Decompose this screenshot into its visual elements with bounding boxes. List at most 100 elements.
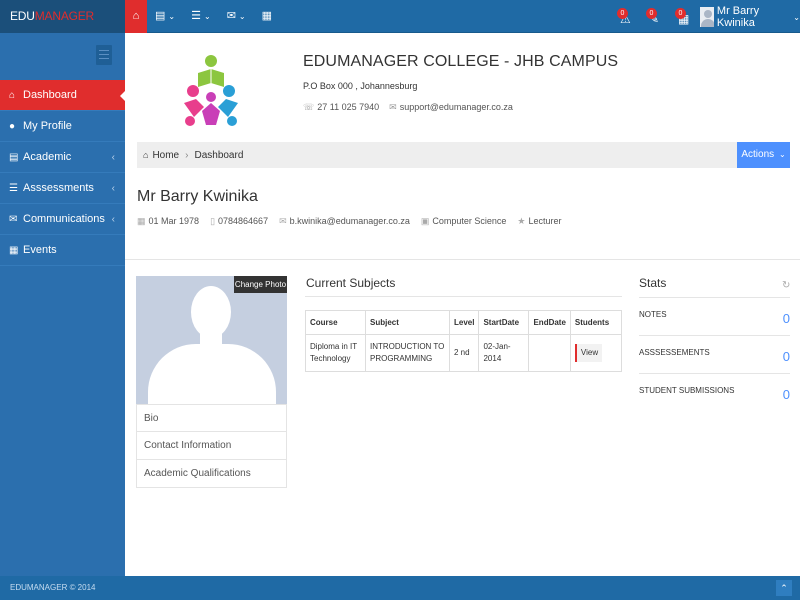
table-header-row: Course Subject Level StartDate EndDate S… [305, 310, 623, 335]
sidebar-item-label: Asssessments [23, 182, 94, 194]
chevron-left-icon: ‹ [111, 151, 115, 163]
college-email-wrap: ✉ support@edumanager.co.za [389, 102, 513, 113]
calendar-icon: ▦ [9, 244, 19, 256]
phone-icon: ☏ [303, 102, 315, 112]
course-line1: Diploma in IT [310, 342, 358, 351]
person-role-wrap: ★ Lecturer [517, 216, 561, 227]
academic-menu-button[interactable]: ▤ ⌄ [147, 0, 183, 33]
sidebar-item-academic[interactable]: ▤ Academic ‹ [0, 142, 125, 173]
alerts-notification[interactable]: ⚠ 0 [612, 0, 641, 33]
user-menu[interactable]: Mr Barry Kwinika ⌄ [700, 5, 800, 29]
brand-logo[interactable]: EDUMANAGER [0, 0, 125, 33]
person-dob: 01 Mar 1978 [148, 216, 200, 226]
person-phone: 0784864667 [218, 216, 269, 226]
scroll-to-top-button[interactable]: ⌃ [776, 580, 792, 596]
main-content: EDUMANAGER COLLEGE - JHB CAMPUS P.O Box … [125, 33, 800, 576]
person-email[interactable]: b.kwinika@edumanager.co.za [290, 216, 410, 226]
sidebar-menu: ⌂ Dashboard ● My Profile ▤ Academic ‹ ☰ … [0, 80, 126, 266]
stat-assessments[interactable]: ASSSESSEMENTS 0 [639, 335, 790, 373]
profile-link-bio[interactable]: Bio [136, 404, 287, 432]
cell-enddate [528, 334, 571, 372]
stats-title: Stats [639, 276, 667, 290]
envelope-icon: ✉ [9, 213, 18, 225]
calendar-icon: ▦ [137, 216, 146, 226]
star-icon: ★ [517, 216, 526, 226]
column-header: Level [448, 310, 480, 335]
cell-course: Diploma in IT Technology [305, 334, 366, 372]
brand-text-edu: EDU [10, 9, 35, 23]
person-phone-wrap: ▯ 0784864667 [210, 216, 268, 227]
envelope-icon: ✉ [389, 102, 397, 112]
actions-label: Actions [741, 149, 775, 160]
footer: EDUMANAGER © 2014 ⌃ [0, 576, 800, 600]
breadcrumb-home[interactable]: Home [152, 150, 179, 161]
home-icon: ⌂ [132, 10, 140, 22]
column-header: Subject [365, 310, 450, 335]
person-header: Mr Barry Kwinika [137, 188, 258, 206]
person-role: Lecturer [528, 216, 562, 226]
sidebar-item-dashboard[interactable]: ⌂ Dashboard [0, 80, 126, 111]
top-nav: ⌂ ▤ ⌄ ☰ ⌄ ✉ ⌄ ▦ [125, 0, 280, 33]
sidebar-item-events[interactable]: ▦ Events [0, 235, 125, 266]
sidebar-item-label: Communications [23, 213, 105, 225]
assessments-menu-button[interactable]: ☰ ⌄ [183, 0, 219, 33]
stat-label: ASSSESSEMENTS [639, 348, 710, 357]
subjects-table: Course Subject Level StartDate EndDate S… [305, 310, 623, 372]
chevron-down-icon: ⌄ [238, 12, 246, 21]
breadcrumb: ⌂ Home › Dashboard [137, 142, 790, 168]
college-phone: 27 11 025 7940 [317, 102, 380, 112]
person-name: Mr Barry Kwinika [137, 188, 258, 205]
stat-notes[interactable]: NOTES 0 [639, 297, 790, 335]
divider [125, 259, 800, 260]
chevron-down-icon: ⌄ [203, 12, 211, 21]
notification-badge: 0 [617, 8, 628, 19]
cell-level: 2 nd [448, 334, 480, 372]
actions-button[interactable]: Actions ⌄ [737, 142, 790, 168]
profile-link-contact[interactable]: Contact Information [136, 432, 287, 460]
sidebar-item-assessments[interactable]: ☰ Asssessments ‹ [0, 173, 125, 204]
home-icon: ⌂ [143, 150, 149, 160]
chevron-right-icon: › [185, 149, 189, 161]
college-logo [184, 55, 238, 126]
sidebar-item-label: Dashboard [23, 89, 77, 101]
change-photo-button[interactable]: Change Photo [234, 276, 287, 293]
book-icon: ▤ [155, 10, 166, 22]
briefcase-icon: ▣ [420, 216, 430, 226]
profile-link-qualifications[interactable]: Academic Qualifications [136, 460, 287, 488]
college-address: P.O Box 000 , Johannesburg [303, 81, 418, 91]
sidebar-item-label: Events [23, 244, 57, 256]
college-header: EDUMANAGER COLLEGE - JHB CAMPUS P.O Box … [303, 53, 618, 113]
cell-startdate: 02-Jan-2014 [478, 334, 530, 372]
college-email[interactable]: support@edumanager.co.za [400, 102, 513, 112]
notification-badge: 0 [646, 8, 657, 19]
user-name: Mr Barry Kwinika [716, 5, 760, 29]
column-header: Course [305, 310, 366, 335]
events-notification[interactable]: ▦ 0 [670, 0, 699, 33]
sidebar-item-label: Academic [23, 151, 72, 163]
table-row: Diploma in IT Technology INTRODUCTION TO P… [305, 334, 623, 372]
view-students-button[interactable]: View [574, 344, 603, 362]
stat-value: 0 [782, 387, 790, 402]
column-header: Students [569, 310, 623, 335]
refresh-icon[interactable]: ↻ [782, 280, 790, 291]
mobile-icon: ▯ [210, 216, 216, 226]
college-name: EDUMANAGER COLLEGE - JHB CAMPUS [303, 53, 619, 70]
cell-students: View [569, 334, 623, 372]
sidebar: ⌂ Dashboard ● My Profile ▤ Academic ‹ ☰ … [0, 33, 126, 576]
tasks-notification[interactable]: ✎ 0 [641, 0, 670, 33]
calendar-button[interactable]: ▦ [254, 0, 280, 33]
list-icon: ☰ [9, 182, 18, 194]
sidebar-toggle-button[interactable] [96, 45, 112, 65]
chevron-down-icon: ⌄ [778, 150, 786, 159]
messages-menu-button[interactable]: ✉ ⌄ [219, 0, 254, 33]
stat-student-submissions[interactable]: STUDENT SUBMISSIONS 0 [639, 373, 790, 411]
chevron-left-icon: ‹ [111, 182, 115, 194]
home-nav-button[interactable]: ⌂ [125, 0, 147, 33]
chevron-down-icon: ⌄ [168, 12, 176, 21]
person-department: Computer Science [432, 216, 507, 226]
sidebar-item-my-profile[interactable]: ● My Profile [0, 111, 125, 142]
chevron-down-icon: ⌄ [793, 12, 800, 22]
sidebar-item-communications[interactable]: ✉ Communications ‹ [0, 204, 125, 235]
cell-subject: INTRODUCTION TO PROGRAMMING [365, 334, 450, 372]
course-line2: Technology [310, 354, 351, 363]
